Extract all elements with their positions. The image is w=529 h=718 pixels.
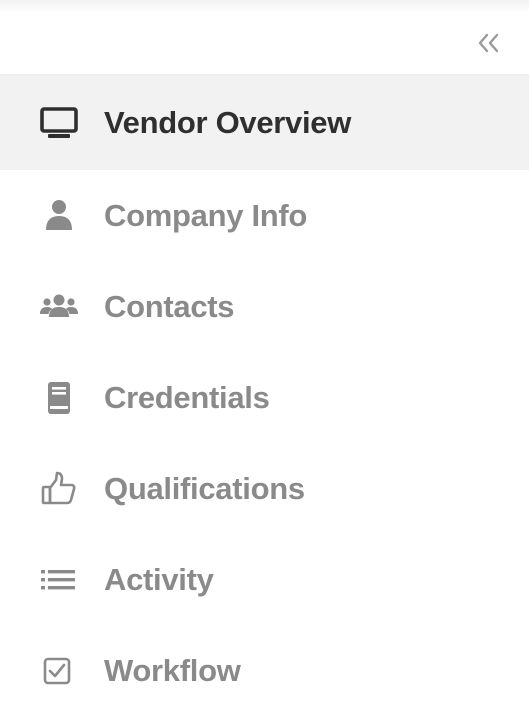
- top-shade: [0, 0, 529, 14]
- sidebar-item-label: Workflow: [104, 652, 241, 688]
- sidebar-item-credentials[interactable]: Credentials: [0, 352, 529, 443]
- sidebar-item-label: Vendor Overview: [104, 105, 352, 140]
- sidebar-item-label: Contacts: [104, 288, 235, 324]
- sidebar-item-label: Qualifications: [104, 470, 305, 506]
- users-icon: [38, 286, 80, 328]
- sidebar-item-label: Company Info: [104, 197, 308, 233]
- sidebar-item-company-info[interactable]: Company Info: [0, 170, 529, 261]
- user-icon: [38, 195, 80, 237]
- sidebar-item-workflow[interactable]: Workflow: [0, 625, 529, 716]
- book-icon: [38, 377, 80, 419]
- monitor-icon: [38, 102, 80, 144]
- collapse-sidebar-button[interactable]: [475, 30, 503, 56]
- sidebar-item-vendor-overview[interactable]: Vendor Overview: [0, 76, 529, 170]
- sidebar-item-label: Credentials: [104, 379, 270, 415]
- sidebar-item-contacts[interactable]: Contacts: [0, 261, 529, 352]
- collapse-row: [0, 14, 529, 76]
- double-chevron-left-icon: [478, 33, 499, 53]
- sidebar-item-qualifications[interactable]: Qualifications: [0, 443, 529, 534]
- list-icon: [38, 559, 80, 601]
- sidebar-item-label: Activity: [104, 561, 214, 597]
- sidebar-nav: Vendor Overview Company Info Contacts Cr…: [0, 76, 529, 716]
- sidebar: Vendor Overview Company Info Contacts Cr…: [0, 0, 529, 718]
- sidebar-item-activity[interactable]: Activity: [0, 534, 529, 625]
- thumbs-up-icon: [38, 468, 80, 510]
- checkbox-icon: [38, 650, 80, 692]
